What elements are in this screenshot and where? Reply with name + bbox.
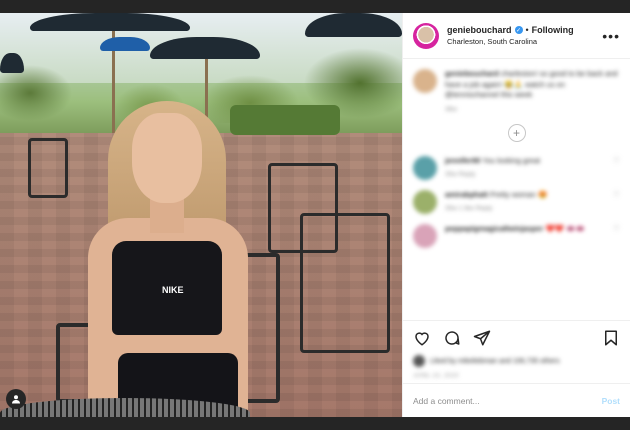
author-username[interactable]: geniebouchard: [447, 25, 512, 35]
umbrella: [0, 53, 24, 73]
following-button[interactable]: Following: [532, 25, 574, 35]
patio-chair: [300, 213, 390, 353]
comment-text: ❤️❤️ 👄👄: [545, 223, 585, 233]
comment-item: amirabphatt Pretty woman 😍 35w 1 like Re…: [413, 189, 620, 214]
comment-meta: 36w: [445, 105, 457, 113]
load-more-comments-icon[interactable]: +: [507, 123, 526, 142]
comment-text: Pretty woman 😍: [490, 189, 548, 199]
post-modal: NIKE geniebouchard ✓ • Following Charles…: [0, 13, 630, 417]
share-icon[interactable]: [473, 329, 491, 347]
umbrella: [30, 13, 190, 31]
umbrella: [100, 37, 150, 51]
add-comment-input[interactable]: [413, 395, 602, 406]
comment-icon[interactable]: [443, 329, 461, 347]
bookmark-icon[interactable]: [602, 329, 620, 347]
caption-comment: geniebouchard charleston! so good to be …: [413, 69, 620, 114]
verified-badge-icon: ✓: [514, 26, 523, 34]
post-date: JUNE 23, 2020: [413, 373, 459, 379]
comment-item: peppapigmagicaltwinjasper ❤️❤️ 👄👄 ♡: [413, 223, 620, 248]
post-location[interactable]: Charleston, South Carolina: [447, 37, 602, 46]
liker-avatar: [413, 355, 425, 367]
comment-username[interactable]: jennifer90: [445, 156, 480, 165]
comment-like-icon[interactable]: ♡: [613, 156, 620, 180]
comment-username[interactable]: amirabphatt: [445, 190, 488, 199]
patio-chair: [28, 138, 68, 198]
post-side-panel: geniebouchard ✓ • Following Charleston, …: [402, 13, 630, 417]
header-separator: •: [525, 25, 529, 35]
comment-meta: 35w Reply: [445, 171, 476, 179]
umbrella-pole: [112, 13, 115, 133]
nike-logo-text: NIKE: [162, 285, 184, 295]
post-comment-button[interactable]: Post: [602, 396, 620, 406]
likes-summary[interactable]: Liked by mikeliebman and 106,735 others: [413, 355, 620, 367]
post-photo[interactable]: NIKE: [0, 13, 402, 417]
heart-icon[interactable]: [413, 329, 431, 347]
comment-meta: 35w 1 like Reply: [445, 205, 493, 213]
comment-avatar[interactable]: [413, 155, 437, 180]
more-options-icon[interactable]: •••: [602, 28, 620, 44]
comment-username[interactable]: geniebouchard: [445, 69, 499, 78]
comment-like-icon[interactable]: ♡: [613, 224, 620, 248]
user-tag-icon[interactable]: [6, 389, 26, 409]
comment-username[interactable]: peppapigmagicaltwinjasper: [445, 224, 543, 233]
author-avatar[interactable]: [413, 22, 439, 49]
comments-list: geniebouchard charleston! so good to be …: [403, 59, 630, 320]
post-header: geniebouchard ✓ • Following Charleston, …: [403, 13, 630, 59]
add-comment-bar: Post: [403, 383, 630, 417]
comment-avatar[interactable]: [413, 189, 437, 214]
comment-like-icon[interactable]: ♡: [613, 190, 620, 214]
post-actions: Liked by mikeliebman and 106,735 others …: [403, 320, 630, 383]
comment-text: You looking great: [482, 155, 541, 165]
comment-item: jennifer90 You looking great 35w Reply ♡: [413, 155, 620, 180]
photo-hedge: [230, 105, 340, 135]
comment-avatar[interactable]: [413, 69, 437, 93]
person-face: [132, 113, 202, 203]
comment-avatar[interactable]: [413, 223, 437, 248]
likes-text: Liked by mikeliebman and 106,735 others: [430, 357, 560, 365]
